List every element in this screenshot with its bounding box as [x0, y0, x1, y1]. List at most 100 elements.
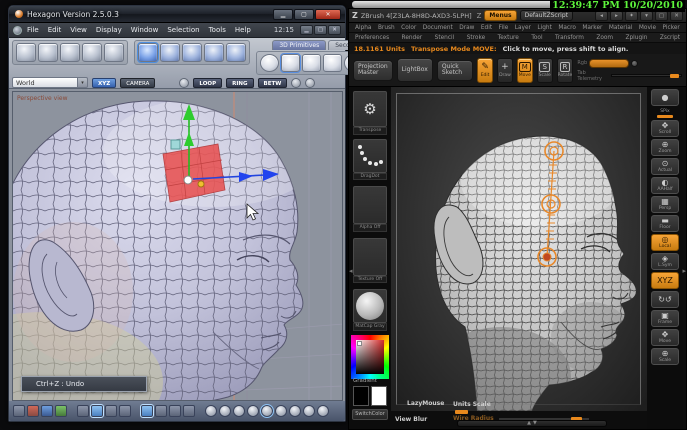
switch-color-button[interactable]: SwitchColor — [352, 409, 388, 420]
shade-flat[interactable] — [233, 405, 245, 417]
object-mode-cube[interactable] — [226, 43, 246, 62]
move-mode-button[interactable]: M Move — [516, 57, 533, 83]
color-picker[interactable] — [351, 334, 389, 379]
material-preview-sphere[interactable]: ● — [651, 89, 679, 106]
menu-item[interactable]: Stroke — [467, 35, 485, 41]
menu-item[interactable]: Light — [537, 25, 551, 31]
scene-list[interactable] — [13, 405, 25, 417]
gradient-label[interactable]: Gradient — [353, 378, 387, 385]
menu-item[interactable]: View — [70, 26, 87, 34]
floor-button[interactable]: ▬ Floor — [651, 215, 679, 232]
frame-button[interactable]: ▣ Frame — [651, 310, 679, 327]
mdi-close-button[interactable]: ✕ — [328, 25, 341, 35]
select-auto[interactable] — [90, 404, 104, 418]
menu-item[interactable]: Zplugin — [626, 35, 648, 41]
manip-scale[interactable] — [205, 405, 217, 417]
menu-item[interactable]: Macro — [558, 25, 576, 31]
hexagon-3d-viewport[interactable]: Perspective view Ctrl+Z: Undo — [12, 91, 343, 401]
grid-primitive[interactable] — [323, 54, 342, 72]
menu-item[interactable]: Movie — [639, 25, 656, 31]
units-scale-slider[interactable] — [455, 410, 468, 414]
shade-clay[interactable] — [317, 405, 329, 417]
scale-button[interactable]: ⊕ Scale — [651, 348, 679, 365]
lsym-button[interactable]: ◈ L.Sym — [651, 253, 679, 270]
right-tray-divider-icon[interactable]: ▸ — [682, 267, 686, 275]
menu-item[interactable]: Layer — [515, 25, 531, 31]
tab-3d-primitives[interactable]: 3D Primitives — [272, 40, 327, 50]
rounded-cube-primitive[interactable] — [302, 54, 321, 72]
menu-item[interactable]: Tool — [531, 35, 542, 41]
rotate-mode-button[interactable]: R Rotate — [556, 57, 574, 83]
menu-item[interactable]: Help — [235, 26, 251, 34]
polyline-tool[interactable] — [16, 43, 36, 62]
close-icon[interactable]: ✕ — [670, 10, 683, 21]
select-edge[interactable] — [119, 405, 131, 417]
alpha-slot[interactable] — [353, 186, 387, 224]
curve-tool[interactable] — [38, 43, 58, 62]
session-icon[interactable]: ✦ — [625, 10, 638, 21]
menu-item[interactable]: Window — [131, 26, 159, 34]
zoom-button[interactable]: ⊕ Zoom — [651, 139, 679, 156]
circle-tool[interactable] — [82, 43, 102, 62]
menu-item[interactable]: Zscript — [660, 35, 680, 41]
select-vertex[interactable] — [105, 405, 117, 417]
edge-mode-cube[interactable] — [182, 43, 202, 62]
scale-mode-button[interactable]: S Scale — [536, 57, 553, 83]
hexagon-titlebar[interactable]: Hexagon Version 2.5.0.3 ▁ ▢ ✕ — [9, 6, 345, 23]
pen-tool[interactable] — [27, 405, 39, 417]
menu-item[interactable]: Material — [609, 25, 633, 31]
pick-tool-icon[interactable] — [179, 77, 190, 88]
minimize-button[interactable]: ▁ — [273, 8, 293, 20]
scroll-button[interactable]: ✥ Scroll — [651, 120, 679, 137]
persp-button[interactable]: ▦ Persp — [651, 196, 679, 213]
menu-item[interactable]: Zoom — [596, 35, 613, 41]
menu-item[interactable]: Brush — [378, 25, 395, 31]
manip-translate[interactable] — [169, 405, 181, 417]
shade-wire[interactable] — [219, 405, 231, 417]
scroll-up-icon[interactable]: ▲ — [527, 421, 531, 426]
aahalf-button[interactable]: ◐ AAHalf — [651, 177, 679, 194]
loop-button[interactable]: LOOP — [193, 77, 223, 88]
menu-item[interactable]: Stencil — [435, 35, 455, 41]
lazymouse-button[interactable]: LazyMouse — [407, 400, 444, 407]
facet-mode-cube[interactable] — [204, 43, 224, 62]
move-button[interactable]: ✥ Move — [651, 329, 679, 346]
world-selector-arrow-icon[interactable]: ▾ — [78, 77, 88, 88]
shade-ghost[interactable] — [289, 405, 301, 417]
manip-universal[interactable] — [155, 405, 167, 417]
menu-item[interactable]: Draw — [459, 25, 474, 31]
world-selector[interactable]: World — [12, 77, 78, 88]
menu-item[interactable]: Texture — [498, 35, 519, 41]
face-mode-cube[interactable] — [160, 43, 180, 62]
minimize-icon[interactable]: ▾ — [640, 10, 653, 21]
cube-primitive[interactable] — [260, 54, 279, 72]
shade-smooth[interactable] — [247, 405, 259, 417]
nav-left-icon[interactable]: ◂ — [595, 10, 608, 21]
actual-button[interactable]: ⊙ Actual — [651, 158, 679, 175]
shade-smooth-wire[interactable] — [275, 405, 287, 417]
slider-knob-icon[interactable] — [631, 59, 639, 67]
maximize-button[interactable]: ▢ — [294, 8, 314, 20]
close-button[interactable]: ✕ — [315, 8, 341, 20]
material-grid[interactable] — [41, 405, 53, 417]
current-stroke-thumbnail[interactable] — [353, 138, 387, 173]
menu-item[interactable]: Render — [402, 35, 423, 41]
projection-master-button[interactable]: Projection Master — [353, 59, 393, 81]
view-blur-button[interactable]: View Blur — [395, 416, 427, 423]
extract-tool[interactable] — [104, 43, 124, 62]
current-brush-thumbnail[interactable]: ⚙ — [353, 91, 387, 127]
scroll-down-icon[interactable]: ▼ — [533, 421, 537, 426]
units-scale-label[interactable]: Units Scale — [453, 401, 491, 408]
zbrush-canvas[interactable] — [391, 87, 647, 411]
menu-item[interactable]: Display — [96, 26, 122, 34]
telemetry-slider[interactable] — [610, 74, 682, 78]
local-button[interactable]: ◎ Local — [651, 234, 679, 251]
menu-item[interactable]: Transform — [555, 35, 584, 41]
menu-item[interactable]: Picker — [663, 25, 680, 31]
menu-item[interactable]: Color — [401, 25, 416, 31]
green-panel[interactable] — [77, 405, 89, 417]
ring-button[interactable]: RING — [226, 77, 254, 88]
shrink-selection-icon[interactable] — [305, 77, 316, 88]
select-face[interactable] — [140, 404, 154, 418]
lightbox-button[interactable]: LightBox — [396, 58, 433, 82]
